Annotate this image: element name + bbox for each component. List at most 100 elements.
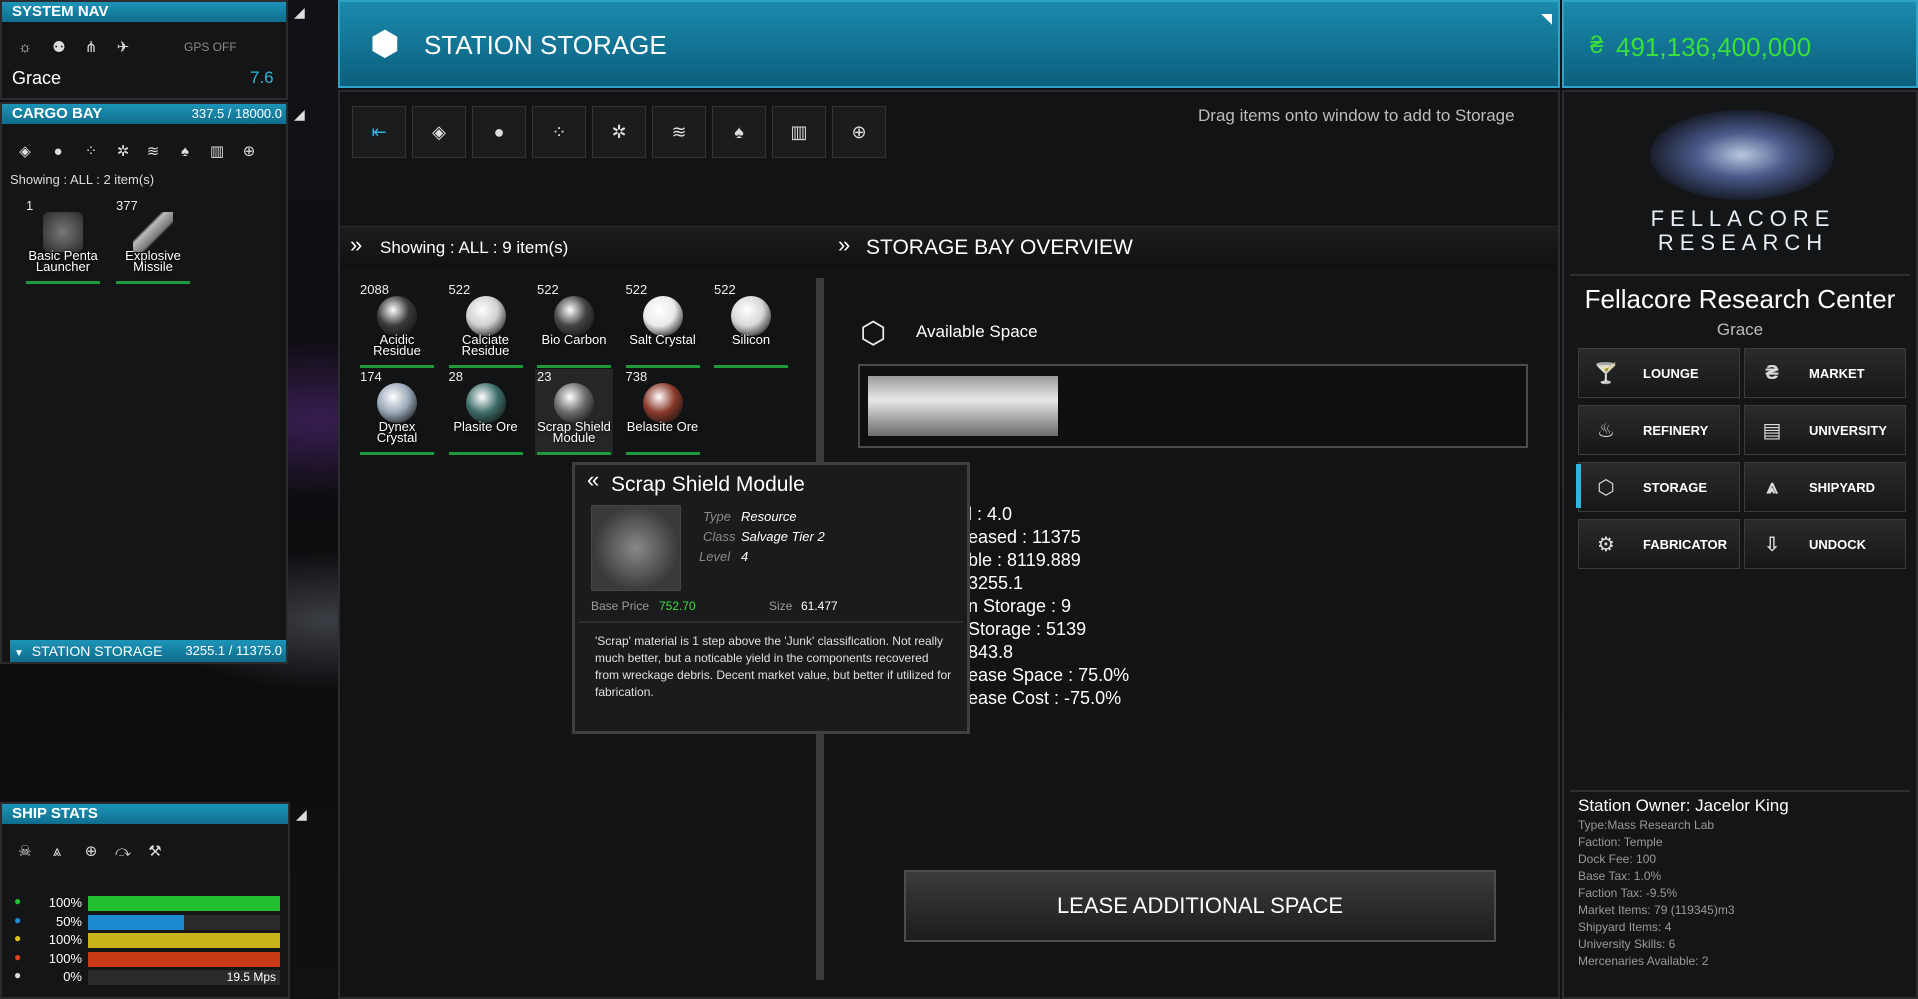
station-nav-storage[interactable]: ⬡ STORAGE	[1578, 462, 1740, 512]
wing-icon[interactable]: ⤼	[110, 838, 136, 864]
storage-item[interactable]: 23 Scrap Shield Module	[535, 369, 613, 455]
item-underline	[537, 452, 611, 455]
ore-icon[interactable]: ●	[472, 106, 526, 158]
resource-icon	[554, 296, 594, 336]
stat-percent: 100%	[48, 895, 82, 910]
station-nav-label: REFINERY	[1643, 422, 1709, 438]
bars-icon[interactable]: ▥	[204, 138, 230, 164]
ore-icon[interactable]: ●	[45, 138, 71, 164]
double-chevron-icon: »	[838, 232, 851, 257]
overview-title: STORAGE BAY OVERVIEW	[866, 236, 1133, 259]
gps-status: GPS OFF	[184, 40, 237, 54]
station-detail: Faction Tax: -9.5%	[1578, 886, 1678, 900]
plus-icon[interactable]: ⊕	[832, 106, 886, 158]
bars-icon[interactable]: ▥	[772, 106, 826, 158]
cargo-bay-expand-icon[interactable]: ◢	[294, 106, 305, 123]
storage-window-title: STATION STORAGE	[424, 30, 667, 60]
station-nav-shipyard[interactable]: ⩓ SHIPYARD	[1744, 462, 1906, 512]
storage-item[interactable]: 522 Bio Carbon	[535, 282, 613, 368]
item-underline	[625, 365, 700, 368]
station-detail: Faction: Temple	[1578, 835, 1663, 849]
shipyard-icon: ⩓	[1766, 475, 1778, 498]
storage-item[interactable]: 522 Salt Crystal	[624, 282, 702, 368]
storage-item[interactable]: 738 Belasite Ore	[624, 369, 702, 455]
cargo-item[interactable]: 377 Explosive Missile	[114, 198, 192, 284]
cargo-bay-capacity: 337.5 / 18000.0	[191, 106, 282, 121]
missile-icon	[133, 212, 173, 252]
resource-icon	[554, 383, 594, 423]
sun-icon[interactable]: ☼	[12, 34, 38, 60]
station-nav-lounge[interactable]: 🍸 LOUNGE	[1578, 348, 1740, 398]
stat-bar: 19.5 Mps	[88, 970, 280, 985]
station-nav-refinery[interactable]: ♨ REFINERY	[1578, 405, 1740, 455]
item-count: 522	[537, 282, 559, 297]
available-space-label: Available Space	[916, 322, 1038, 341]
scrap-shield-icon	[591, 505, 681, 591]
tooltip-base-price-label: Base Price	[591, 599, 650, 613]
shield-icon: ●	[14, 894, 22, 908]
tooltip-class-label: Class	[703, 529, 736, 544]
tooltip-title: Scrap Shield Module	[611, 473, 805, 496]
overview-line: 3255.1	[968, 573, 1024, 593]
drop-icon[interactable]: ♠	[172, 138, 198, 164]
system-name: Grace	[12, 68, 62, 88]
item-underline	[448, 452, 523, 455]
skull-icon[interactable]: ☠	[12, 838, 38, 864]
station-nav-university[interactable]: ▤ UNIVERSITY	[1744, 405, 1906, 455]
item-count: 522	[714, 282, 736, 297]
item-label: Bio Carbon	[541, 332, 607, 347]
cluster-icon[interactable]: ⋔	[78, 34, 104, 60]
drop-icon[interactable]: ♠	[712, 106, 766, 158]
owner-divider	[1570, 790, 1910, 792]
stat-bar-fill	[88, 896, 280, 911]
ship-stats-title: SHIP STATS	[12, 805, 98, 822]
storage-item[interactable]: 522 Silicon	[712, 282, 790, 368]
station-storage-tab-capacity: 3255.1 / 11375.0	[185, 643, 282, 658]
station-nav-label: UNIVERSITY	[1809, 422, 1888, 438]
dots-icon[interactable]: ⁘	[532, 106, 586, 158]
storage-window-resize-icon[interactable]: ◥	[1541, 10, 1552, 27]
diamond-icon[interactable]: ◈	[412, 106, 466, 158]
overview-line: l : 4.0	[968, 504, 1013, 524]
system-nav-expand-icon[interactable]: ◢	[294, 4, 305, 21]
stack-icon[interactable]: ≋	[140, 138, 166, 164]
lease-additional-space-button[interactable]: LEASE ADDITIONAL SPACE	[904, 870, 1496, 942]
collapse-icon[interactable]: ⇤	[352, 106, 406, 158]
cargo-item[interactable]: 1 Basic Penta Launcher	[24, 198, 102, 284]
item-label: Scrap Shield Module	[537, 419, 611, 445]
item-label: Explosive Missile	[125, 248, 181, 274]
network-icon[interactable]: ⚉	[46, 34, 72, 60]
flare-icon[interactable]: ✲	[592, 106, 646, 158]
item-underline	[360, 365, 434, 368]
tooltip-divider	[579, 621, 963, 623]
flare-icon[interactable]: ✲	[110, 138, 136, 164]
plus-icon[interactable]: ⊕	[236, 138, 262, 164]
overview-line: ble : 8119.889	[968, 550, 1081, 570]
storage-item[interactable]: 2088 Acidic Residue	[358, 282, 436, 368]
logo-line2: RESEARCH	[1657, 230, 1829, 255]
ship-stats-expand-icon[interactable]: ◢	[296, 806, 307, 823]
dots-icon[interactable]: ⁘	[78, 138, 104, 164]
diamond-icon[interactable]: ◈	[12, 138, 38, 164]
storage-item[interactable]: 522 Calciate Residue	[447, 282, 525, 368]
plus-icon[interactable]: ⊕	[78, 838, 104, 864]
station-nav-fabricator[interactable]: ⚙ FABRICATOR	[1578, 519, 1740, 569]
resource-icon	[377, 296, 417, 336]
launcher-icon	[43, 212, 83, 252]
station-nav-undock[interactable]: ⇩ UNDOCK	[1744, 519, 1906, 569]
cocktail-icon: 🍸	[1593, 362, 1619, 385]
ship-icon[interactable]: ✈	[110, 34, 136, 60]
ship-icon[interactable]: ⩓	[44, 838, 70, 864]
station-detail: Dock Fee: 100	[1578, 852, 1657, 866]
station-nav-market[interactable]: ₴ MARKET	[1744, 348, 1906, 398]
storage-item[interactable]: 28 Plasite Ore	[447, 369, 525, 455]
logo-line1: FELLACORE	[1650, 206, 1836, 231]
overview-line: 843.8	[968, 642, 1014, 662]
tools-icon[interactable]: ⚒	[142, 838, 168, 864]
stack-icon[interactable]: ≋	[652, 106, 706, 158]
available-space-cube-icon: ⬡	[860, 317, 887, 350]
station-storage-tab[interactable]: ▼ STATION STORAGE 3255.1 / 11375.0	[10, 640, 286, 662]
stat-bar	[88, 896, 280, 911]
lease-button-label: LEASE ADDITIONAL SPACE	[1056, 893, 1344, 918]
storage-item[interactable]: 174 Dynex Crystal	[358, 369, 436, 455]
